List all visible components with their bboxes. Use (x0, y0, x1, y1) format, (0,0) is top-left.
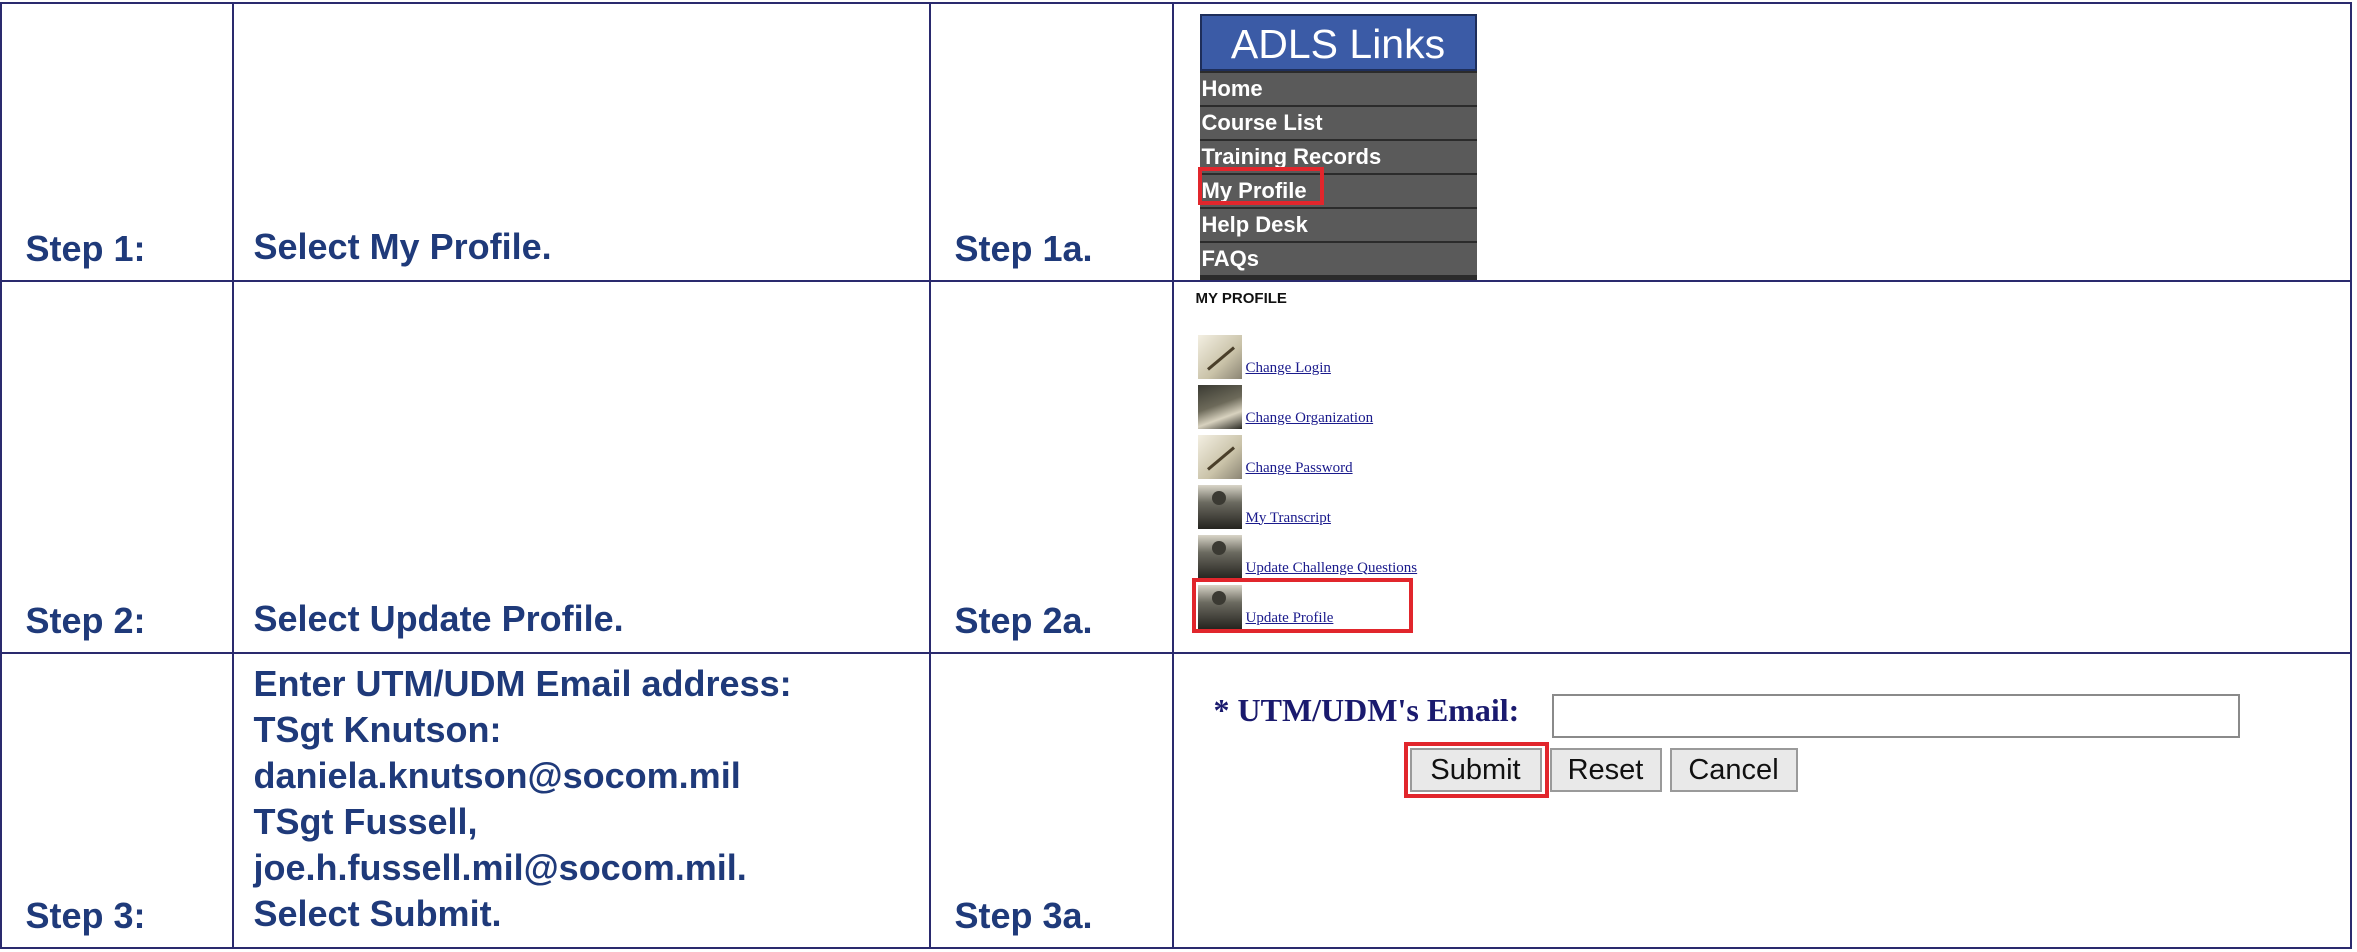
adls-item-help-desk[interactable]: Help Desk (1199, 208, 1477, 241)
step3-instruction-line: TSgt Knutson: (253, 709, 502, 750)
profile-item-change-login[interactable]: Change Login (1197, 334, 1331, 379)
step3-instruction-line: joe.h.fussell.mil@socom.mil. (253, 847, 747, 888)
email-field[interactable] (1551, 693, 2240, 738)
step1a-label-cell: Step 1a. (928, 1, 1174, 282)
step2-label-cell: Step 2: (0, 279, 234, 654)
adls-item-faqs[interactable]: FAQs (1199, 242, 1477, 275)
profile-item-update-challenge-questions[interactable]: Update Challenge Questions (1197, 534, 1418, 579)
step3-instruction: Enter UTM/UDM Email address: TSgt Knutso… (254, 661, 792, 937)
step2-instruction-line: Select Update Profile. (253, 598, 624, 639)
cancel-button[interactable]: Cancel (1669, 747, 1798, 792)
step3a-screenshot-cell: * UTM/UDM's Email: Submit Reset Cancel (1171, 651, 2352, 949)
step3-label-cell: Step 3: (0, 651, 234, 949)
step1-instruction-line: Select My Profile. (253, 226, 552, 267)
change-organization-link[interactable]: Change Organization (1246, 410, 1374, 429)
pen-icon (1197, 334, 1242, 379)
my-profile-title: MY PROFILE (1195, 289, 1287, 307)
step3-instruction-line: Enter UTM/UDM Email address: (253, 663, 792, 704)
profile-item-change-organization[interactable]: Change Organization (1197, 384, 1374, 429)
pen-icon (1197, 434, 1242, 479)
step2a-label: Step 2a. (954, 600, 1093, 641)
profile-item-my-transcript[interactable]: My Transcript (1197, 484, 1331, 529)
step3-label: Step 3: (25, 895, 146, 936)
change-password-link[interactable]: Change Password (1246, 460, 1353, 479)
person-icon (1197, 484, 1242, 529)
submit-highlight (1403, 741, 1549, 798)
person-icon (1197, 534, 1242, 579)
step1-label-cell: Step 1: (0, 1, 234, 282)
adls-item-home[interactable]: Home (1199, 72, 1477, 105)
my-transcript-link[interactable]: My Transcript (1246, 510, 1331, 529)
step3-instruction-cell: Enter UTM/UDM Email address: TSgt Knutso… (231, 651, 931, 949)
update-challenge-questions-link[interactable]: Update Challenge Questions (1246, 560, 1418, 579)
my-profile-highlight (1197, 166, 1324, 205)
step3a-label: Step 3a. (954, 895, 1093, 936)
book-icon (1197, 384, 1242, 429)
profile-item-change-password[interactable]: Change Password (1197, 434, 1353, 479)
step1a-screenshot-cell: ADLS Links Home Course List Training Rec… (1171, 1, 2352, 282)
step1-instruction-cell: Select My Profile. (231, 1, 931, 282)
change-login-link[interactable]: Change Login (1246, 360, 1331, 379)
step3-instruction-line: TSgt Fussell, (253, 801, 478, 842)
step3-instruction-line: daniela.knutson@socom.mil (253, 755, 741, 796)
step1-label: Step 1: (25, 228, 146, 269)
reset-button[interactable]: Reset (1549, 747, 1662, 792)
adls-links-menu: ADLS Links Home Course List Training Rec… (1199, 13, 1477, 280)
step2-instruction: Select Update Profile. (254, 596, 624, 642)
step2-instruction-cell: Select Update Profile. (231, 279, 931, 654)
adls-item-course-list[interactable]: Course List (1199, 106, 1477, 139)
update-profile-highlight (1191, 577, 1413, 633)
step2a-label-cell: Step 2a. (928, 279, 1174, 654)
step2a-screenshot-cell: MY PROFILE Change Login Change Organizat… (1171, 279, 2352, 654)
step1a-label: Step 1a. (954, 228, 1093, 269)
step3a-label-cell: Step 3a. (928, 651, 1174, 949)
email-field-label: * UTM/UDM's Email: (1213, 691, 1520, 728)
adls-menu-title: ADLS Links (1199, 13, 1477, 71)
instruction-table: Step 1: Select My Profile. Step 1a. ADLS… (0, 1, 2352, 949)
step1-instruction: Select My Profile. (254, 224, 552, 270)
step2-label: Step 2: (25, 600, 146, 641)
step3-instruction-line: Select Submit. (253, 893, 502, 934)
